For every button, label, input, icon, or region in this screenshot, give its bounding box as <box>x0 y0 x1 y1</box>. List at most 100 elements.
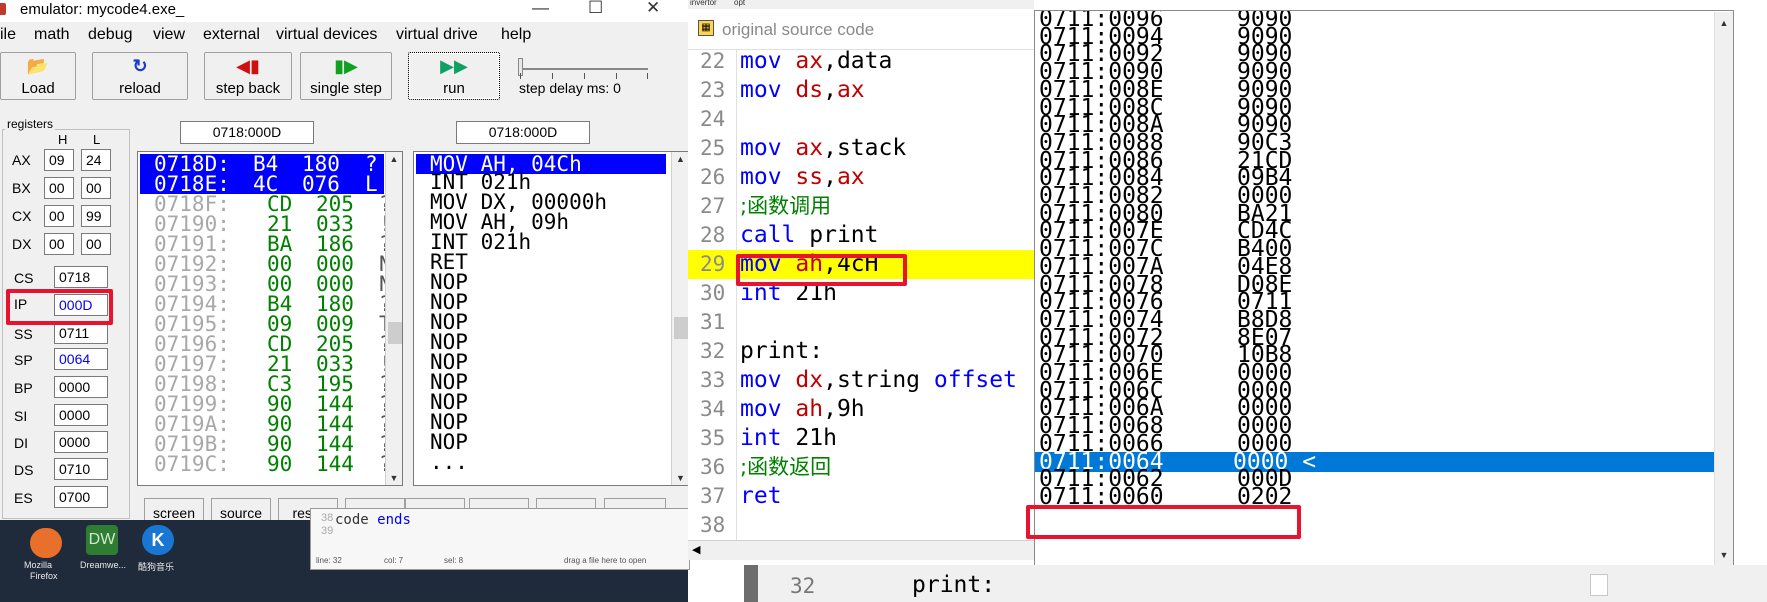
maximize-icon[interactable]: ☐ <box>588 0 603 18</box>
reload-button[interactable]: ↻ reload <box>92 52 188 100</box>
source-line[interactable]: 38 <box>688 511 1034 540</box>
memory-row[interactable]: 0718E: 4C 076 L <box>140 174 384 195</box>
disassembly-row[interactable]: NOP <box>416 272 468 293</box>
firefox-icon[interactable] <box>30 528 62 558</box>
stack-row[interactable]: 0711:0060 0202 <box>1039 485 1292 508</box>
register-cs-value[interactable]: 0718 <box>54 266 108 288</box>
memory-row[interactable]: 0718F:CD205? <box>154 194 392 215</box>
single-step-button[interactable]: ▮▶ single step <box>300 52 392 100</box>
step-delay-slider[interactable] <box>520 68 648 70</box>
register-es-value[interactable]: 0700 <box>54 486 108 508</box>
disassembly-row[interactable]: INT 021h <box>416 172 531 193</box>
memory-row[interactable]: 07190:21033! <box>154 214 392 235</box>
memory-address-field[interactable]: 0718:000D <box>180 121 314 144</box>
stack-window[interactable]: 0711:0096 9090 0711:0094 9090 0711:0092 9090 0… <box>1034 10 1734 578</box>
memory-row[interactable]: 07196:CD205? <box>154 334 392 355</box>
step-back-button[interactable]: ◀▮ step back <box>204 52 292 100</box>
load-button[interactable]: 📂 Load <box>0 52 76 100</box>
register-si-value[interactable]: 0000 <box>54 404 108 426</box>
disassembly-row[interactable]: NOP <box>416 432 468 453</box>
register-bx-high[interactable]: 00 <box>44 177 74 199</box>
source-horizontal-scrollbar[interactable]: ◀ <box>688 540 1034 560</box>
source-line[interactable]: 35 int 21h <box>688 424 1034 453</box>
minimize-icon[interactable]: — <box>532 0 549 18</box>
scroll-up-icon[interactable]: ▲ <box>1715 18 1733 28</box>
menu-virtual-drive[interactable]: virtual drive <box>396 26 478 44</box>
scroll-down-icon[interactable]: ▼ <box>386 473 402 483</box>
disassembly-row[interactable]: NOP <box>416 312 468 333</box>
source-line[interactable]: 36 ;函数返回 <box>688 453 1034 482</box>
source-line[interactable]: 34 mov ah,9h <box>688 395 1034 424</box>
register-ax-high[interactable]: 09 <box>44 149 74 171</box>
scrollbar-thumb[interactable] <box>1718 34 1730 550</box>
memory-row[interactable]: 07197:21033! <box>154 354 392 375</box>
menu-math[interactable]: math <box>34 26 70 44</box>
memory-scrollbar[interactable]: ▲ ▼ <box>385 152 402 485</box>
menu-virtual-devices[interactable]: virtual devices <box>276 26 377 44</box>
disassembly-row[interactable]: NOP <box>416 292 468 313</box>
register-cx-high[interactable]: 00 <box>44 205 74 227</box>
disassembly-row[interactable]: MOV AH, 09h <box>416 212 569 233</box>
scroll-left-icon[interactable]: ◀ <box>692 543 700 556</box>
register-ax-low[interactable]: 24 <box>81 149 111 171</box>
register-dx-low[interactable]: 00 <box>81 233 111 255</box>
disassembly-row[interactable]: RET <box>416 252 468 273</box>
register-bx-low[interactable]: 00 <box>81 177 111 199</box>
menu-debug[interactable]: debug <box>88 26 133 44</box>
memory-row[interactable]: 0718D: B4 180? <box>140 154 384 175</box>
source-line[interactable]: 25 mov ax,stack <box>688 134 1034 163</box>
scroll-up-icon[interactable]: ▲ <box>386 154 402 164</box>
source-line[interactable]: 23 mov ds,ax <box>688 76 1034 105</box>
source-line[interactable]: 26 mov ss,ax <box>688 163 1034 192</box>
close-icon[interactable]: ✕ <box>646 0 660 18</box>
source-line[interactable]: 32 print: <box>688 337 1034 366</box>
tab-opt[interactable]: opt <box>734 0 745 7</box>
memory-row[interactable]: 0719C:90144? <box>154 454 392 475</box>
menu-external[interactable]: external <box>203 26 260 44</box>
memory-list[interactable]: 0718D:B4180? 0718E:4C076L 0718F:CD205? 0… <box>137 151 403 486</box>
source-line[interactable]: 27 ;函数调用 <box>688 192 1034 221</box>
dreamweaver-icon[interactable]: DW <box>86 525 118 555</box>
memory-row[interactable]: 0719B:90144? <box>154 434 392 455</box>
run-button[interactable]: ▶▶ run <box>408 52 500 100</box>
source-line[interactable]: 33 mov dx,string offset <box>688 366 1034 395</box>
register-cx-low[interactable]: 99 <box>81 205 111 227</box>
disassembly-row[interactable]: NOP <box>416 332 468 353</box>
disassembly-scrollbar[interactable]: ▲ ▼ <box>671 152 689 485</box>
source-line[interactable]: 31 <box>688 308 1034 337</box>
source-line[interactable]: 24 <box>688 105 1034 134</box>
disassembly-row[interactable]: MOV DX, 00000h <box>416 192 607 213</box>
scroll-up-icon[interactable]: ▲ <box>672 154 689 164</box>
register-ds-value[interactable]: 0710 <box>54 458 108 480</box>
memory-row[interactable]: 07192:00000NU <box>154 254 402 275</box>
kugou-icon[interactable]: K <box>142 525 174 555</box>
scroll-down-icon[interactable]: ▼ <box>1715 550 1733 560</box>
memory-row[interactable]: 07191:BA186? <box>154 234 392 255</box>
scrollbar-thumb[interactable] <box>674 317 688 339</box>
source-code-area[interactable]: 22 mov ax,data 23 mov ds,ax 24 25 mov ax,stack… <box>688 50 1034 540</box>
memory-row[interactable]: 07193:00000NU <box>154 274 402 295</box>
menu-file[interactable]: ile <box>0 26 16 44</box>
source-line[interactable]: 37 ret <box>688 482 1034 511</box>
disassembly-row[interactable]: NOP <box>416 372 468 393</box>
register-dx-high[interactable]: 00 <box>44 233 74 255</box>
scrollbar-thumb[interactable] <box>388 322 402 344</box>
memory-row[interactable]: 07194:B4180? <box>154 294 392 315</box>
disassembly-address-field[interactable]: 0718:000D <box>456 121 590 144</box>
disassembly-row[interactable]: NOP <box>416 392 468 413</box>
register-sp-value[interactable]: 0064 <box>54 348 108 370</box>
register-bp-value[interactable]: 0000 <box>54 376 108 398</box>
source-line[interactable]: 22 mov ax,data <box>688 50 1034 76</box>
disassembly-row[interactable]: NOP <box>416 352 468 373</box>
disassembly-row[interactable]: INT 021h <box>416 232 531 253</box>
memory-row[interactable]: 07198:C3195? <box>154 374 392 395</box>
source-line[interactable]: 28 call print <box>688 221 1034 250</box>
disassembly-row[interactable]: ... <box>416 452 468 473</box>
register-di-value[interactable]: 0000 <box>54 431 108 453</box>
menu-help[interactable]: help <box>501 26 531 44</box>
disassembly-list[interactable]: MOV AH, 04Ch INT 021h MOV DX, 00000h MOV… <box>413 151 690 486</box>
disassembly-row[interactable]: NOP <box>416 412 468 433</box>
tab-invertor[interactable]: invertor <box>690 0 717 7</box>
memory-row[interactable]: 07199:90144? <box>154 394 392 415</box>
scroll-down-icon[interactable]: ▼ <box>672 473 689 483</box>
